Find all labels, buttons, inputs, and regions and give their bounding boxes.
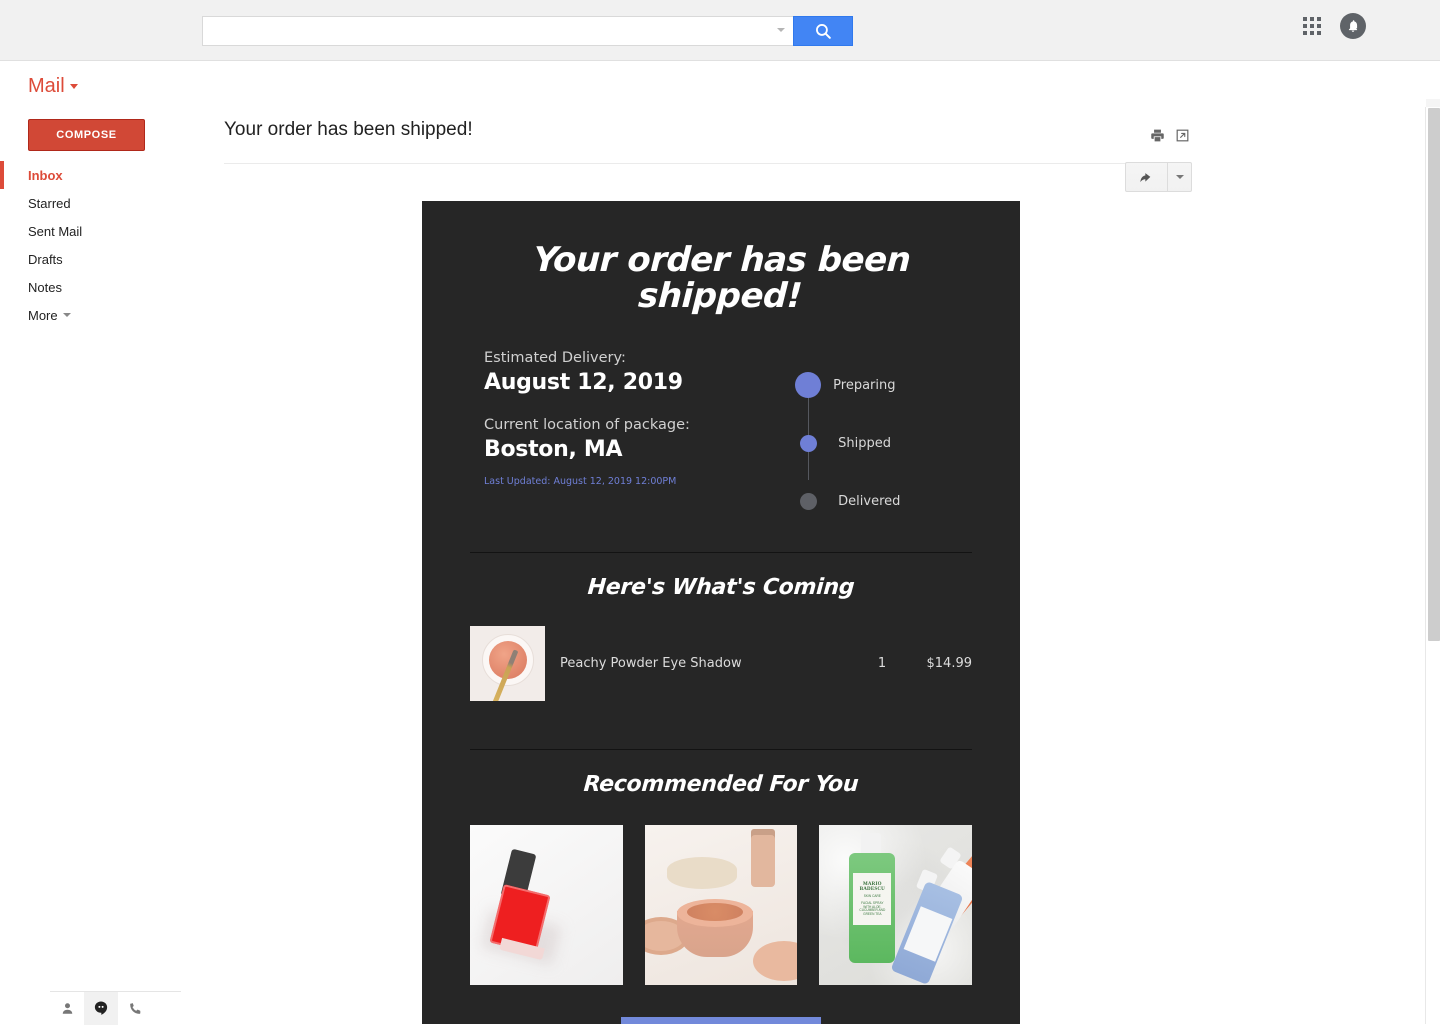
sidebar: COMPOSE Inbox Starred Sent Mail Drafts N… [0, 111, 200, 1025]
search-bar [202, 16, 853, 46]
reply-arrow-icon [1139, 173, 1150, 183]
scrollbar-thumb[interactable] [1428, 108, 1440, 641]
message-quick-actions [1150, 128, 1190, 148]
tracker-dot-done-icon [795, 372, 822, 399]
chevron-down-icon [62, 313, 71, 317]
hangouts-chat-bubble-icon[interactable] [84, 991, 118, 1025]
tracker-step-preparing: Preparing [793, 356, 980, 414]
sidebar-item-drafts[interactable]: Drafts [0, 245, 200, 273]
tracker-step-shipped: Shipped [793, 414, 980, 472]
estimated-delivery-label: Estimated Delivery: [484, 350, 626, 367]
sidebar-item-label: More [28, 307, 58, 323]
email-body: Your order has been shipped! Estimated D… [422, 201, 1020, 1024]
sidebar-item-label: Drafts [28, 251, 63, 267]
sidebar-item-label: Starred [28, 195, 71, 211]
current-location-value: Boston, MA [484, 437, 623, 463]
shipment-tracker: Preparing Shipped Delivered [793, 350, 980, 530]
loose-powder-pots-photo[interactable] [644, 825, 798, 986]
brand-label: Mail [28, 75, 65, 97]
open-in-new-window-icon[interactable] [1175, 128, 1190, 148]
order-item-quantity: 1 [877, 656, 887, 672]
sidebar-item-starred[interactable]: Starred [0, 189, 200, 217]
divider [470, 749, 972, 751]
recommended-section-title: Recommended For You [582, 772, 860, 798]
sidebar-item-label: Sent Mail [28, 223, 83, 239]
sidebar-item-label: Notes [28, 279, 62, 295]
contacts-person-icon[interactable] [50, 992, 84, 1025]
compose-button[interactable]: COMPOSE [28, 119, 145, 151]
shipment-details: Estimated Delivery: August 12, 2019 Curr… [484, 350, 769, 530]
chevron-down-icon [69, 84, 78, 89]
search-icon [815, 23, 831, 39]
printer-icon[interactable] [1150, 128, 1165, 148]
top-bar [0, 0, 1440, 61]
reply-options-button[interactable] [1168, 162, 1192, 192]
action-toolbar: Mail [0, 61, 1440, 160]
apps-grid-icon[interactable] [1303, 17, 1321, 35]
sidebar-item-label: Inbox [28, 167, 63, 183]
notifications-bell-icon[interactable] [1340, 13, 1366, 39]
sidebar-item-inbox[interactable]: Inbox [0, 161, 200, 189]
tracker-step-label: Preparing [833, 377, 896, 393]
mario-badescu-facial-spray-photo[interactable]: MARIO BADESCU SKIN CARE FACIAL SPRAY WITH AL… [819, 825, 973, 986]
tracker-dot-pending-icon [800, 492, 818, 510]
sidebar-item-sent-mail[interactable]: Sent Mail [0, 217, 200, 245]
reply-button[interactable] [1125, 162, 1168, 192]
search-options-caret-icon[interactable] [777, 28, 785, 32]
message-pane: Your order has been shipped! Your order … [200, 111, 1440, 1024]
tracker-step-label: Delivered [838, 493, 901, 509]
page-title: Your order has been shipped! [224, 119, 473, 140]
recommendation-grid: MARIO BADESCU SKIN CARE FACIAL SPRAY WITH AL… [470, 825, 973, 986]
sidebar-nav: Inbox Starred Sent Mail Drafts Notes Mor… [0, 161, 200, 329]
tracker-step-delivered: Delivered [793, 472, 980, 530]
divider [470, 552, 972, 554]
tracker-dot-current-icon [800, 434, 818, 452]
chat-strip [50, 991, 181, 1025]
sidebar-item-notes[interactable]: Notes [0, 273, 200, 301]
red-nail-polish-photo[interactable] [470, 825, 623, 986]
sidebar-item-more[interactable]: More [0, 301, 200, 329]
top-bar-right-actions [1303, 13, 1366, 39]
shipment-info-row: Estimated Delivery: August 12, 2019 Curr… [484, 350, 980, 530]
last-updated-text: Last Updated: August 12, 2019 12:00PM [484, 476, 677, 488]
eyeshadow-pot-with-brush-photo [470, 626, 545, 702]
order-item-price: $14.99 [926, 656, 973, 672]
order-item-name: Peachy Powder Eye Shadow [560, 656, 742, 672]
order-item-row: Peachy Powder Eye Shadow 1 $14.99 [470, 626, 973, 702]
search-input[interactable] [202, 16, 793, 46]
calls-phone-icon[interactable] [118, 992, 152, 1025]
page-scrollbar[interactable] [1425, 99, 1440, 1024]
tracker-step-label: Shipped [838, 435, 892, 451]
search-button[interactable] [793, 16, 853, 46]
mail-brand-dropdown[interactable]: Mail [28, 75, 78, 98]
coming-section-title: Here's What's Coming [586, 575, 856, 601]
subject-row: Your order has been shipped! [224, 119, 1190, 164]
more-recommendations-button[interactable]: MORE RECOMMENDATIONS [621, 1017, 821, 1024]
chevron-down-icon [1175, 175, 1184, 179]
email-title: Your order has been shipped! [532, 240, 912, 316]
reply-group [1125, 162, 1192, 192]
estimated-delivery-value: August 12, 2019 [484, 370, 683, 396]
current-location-label: Current location of package: [484, 417, 690, 434]
